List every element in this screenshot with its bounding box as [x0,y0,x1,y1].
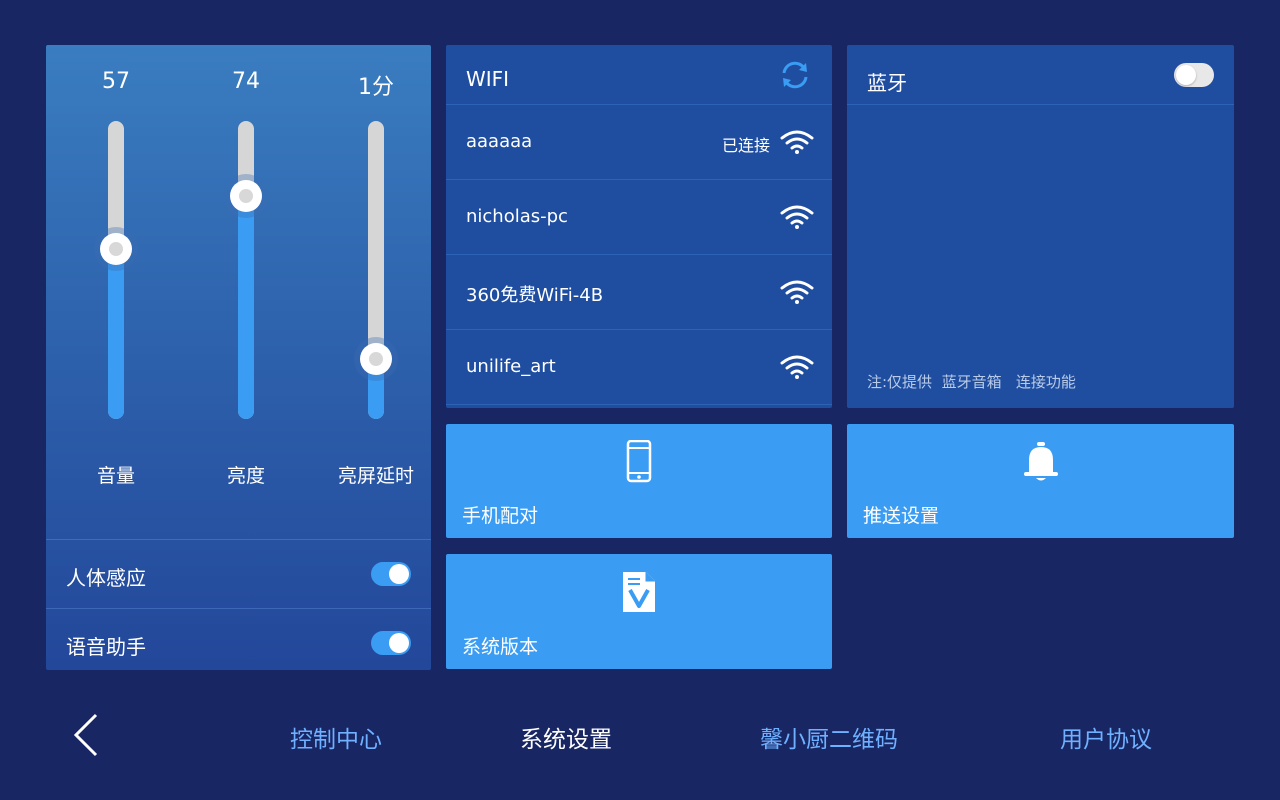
nav-system-settings[interactable]: 系统设置 [520,720,612,754]
bluetooth-panel: 蓝牙 注:仅提供 蓝牙音箱 连接功能 [847,45,1234,408]
voice-assistant-row: 语音助手 [46,608,431,677]
volume-slider-thumb[interactable] [100,233,132,265]
slider-panel: 57 音量 74 亮度 1分 亮屏延时 人体感应 语音助手 [46,45,431,670]
wifi-ssid: 360免费WiFi-4B [466,285,604,306]
wifi-network-row[interactable]: 360免费WiFi-4B [446,255,832,330]
version-icon [623,572,655,612]
phone-pairing-label: 手机配对 [462,505,539,527]
wifi-ssid: aaaaaa [466,131,533,152]
nav-control-center[interactable]: 控制中心 [290,720,382,754]
wifi-panel: WIFI aaaaaa 已连接 nicholas-pc 360免费WiFi-4B [446,45,832,408]
nav-user-agreement[interactable]: 用户协议 [1060,720,1152,754]
volume-label: 音量 [96,465,135,487]
screen-timeout-slider-thumb[interactable] [360,343,392,375]
wifi-ssid: unilife_art [466,356,556,377]
push-settings-label: 推送设置 [863,505,940,527]
motion-sensor-toggle[interactable] [371,562,411,586]
brightness-slider[interactable] [230,121,262,419]
back-icon[interactable] [70,712,104,758]
nav-qr-code[interactable]: 馨小厨二维码 [760,720,898,754]
brightness-label: 亮度 [226,465,265,487]
toggle-knob [389,633,409,653]
motion-sensor-label: 人体感应 [66,566,146,590]
voice-assistant-toggle[interactable] [371,631,411,655]
volume-slider-group: 57 音量 [56,45,176,540]
toggle-knob [1176,65,1196,85]
bluetooth-title: 蓝牙 [867,71,907,95]
volume-slider[interactable] [100,121,132,419]
wifi-icon [780,355,814,379]
bell-icon [1023,442,1058,481]
wifi-icon [780,130,814,154]
wifi-network-row[interactable]: unilife_art [446,330,832,405]
brightness-slider-fill [238,195,254,419]
motion-sensor-row: 人体感应 [46,539,431,608]
refresh-icon[interactable] [780,60,810,90]
screen-timeout-label: 亮屏延时 [337,465,414,487]
phone-pairing-tile[interactable]: 手机配对 [446,424,832,538]
screen-timeout-slider-group: 1分 亮屏延时 [316,45,436,540]
bluetooth-note: 注:仅提供 蓝牙音箱 连接功能 [867,373,1076,391]
wifi-network-row[interactable]: nicholas-pc [446,180,832,255]
wifi-title: WIFI [466,67,510,91]
push-settings-tile[interactable]: 推送设置 [847,424,1234,538]
wifi-ssid: nicholas-pc [466,206,568,227]
wifi-network-row[interactable]: aaaaaa 已连接 [446,105,832,180]
bluetooth-header: 蓝牙 [847,45,1234,105]
voice-assistant-label: 语音助手 [66,635,146,659]
brightness-value: 74 [232,69,260,94]
wifi-connected-status: 已连接 [721,136,770,155]
system-version-tile[interactable]: 系统版本 [446,554,832,669]
system-version-label: 系统版本 [462,636,539,658]
brightness-slider-thumb[interactable] [230,180,262,212]
volume-value: 57 [102,69,130,94]
screen-timeout-slider[interactable] [360,121,392,419]
bluetooth-toggle[interactable] [1174,63,1214,87]
wifi-icon [780,205,814,229]
toggle-knob [389,564,409,584]
screen-timeout-value: 1分 [358,75,394,100]
phone-icon [626,440,652,483]
wifi-header: WIFI [446,45,832,105]
wifi-icon [780,280,814,304]
brightness-slider-group: 74 亮度 [186,45,306,540]
volume-slider-fill [108,249,124,419]
